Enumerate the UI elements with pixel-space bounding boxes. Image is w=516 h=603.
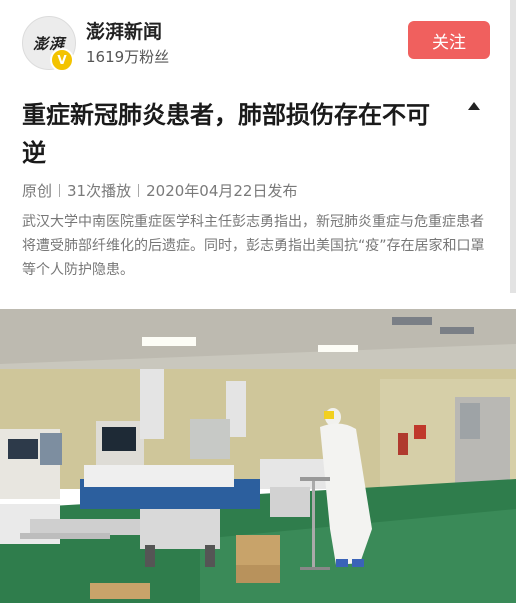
article-title: 重症新冠肺炎患者，肺部损伤存在不可逆	[22, 101, 430, 167]
article-summary: 武汉大学中南医院重症医学科主任彭志勇指出，新冠肺炎重症与危重症患者将遭受肺部纤维…	[22, 214, 485, 278]
caret-up-icon[interactable]	[466, 100, 482, 112]
follower-count: 1619万粉丝	[86, 48, 170, 66]
follow-button[interactable]: 关注	[408, 21, 490, 59]
right-edge-divider	[510, 0, 516, 293]
meta-divider	[59, 184, 61, 197]
author-name[interactable]: 澎湃新闻	[86, 17, 162, 44]
original-tag: 原创	[22, 182, 53, 200]
icu-ward-photo	[0, 309, 516, 603]
article-meta: 原创 31次播放 2020年04月22日发布	[22, 180, 297, 201]
article-header-card: 澎湃 V 澎湃新闻 1619万粉丝 关注 重症新冠肺炎患者，肺部损伤存在不可逆 …	[0, 0, 516, 293]
publish-date: 2020年04月22日发布	[146, 182, 298, 200]
meta-divider	[138, 184, 140, 197]
play-count: 31次播放	[67, 182, 132, 200]
verified-badge-icon: V	[50, 48, 74, 72]
